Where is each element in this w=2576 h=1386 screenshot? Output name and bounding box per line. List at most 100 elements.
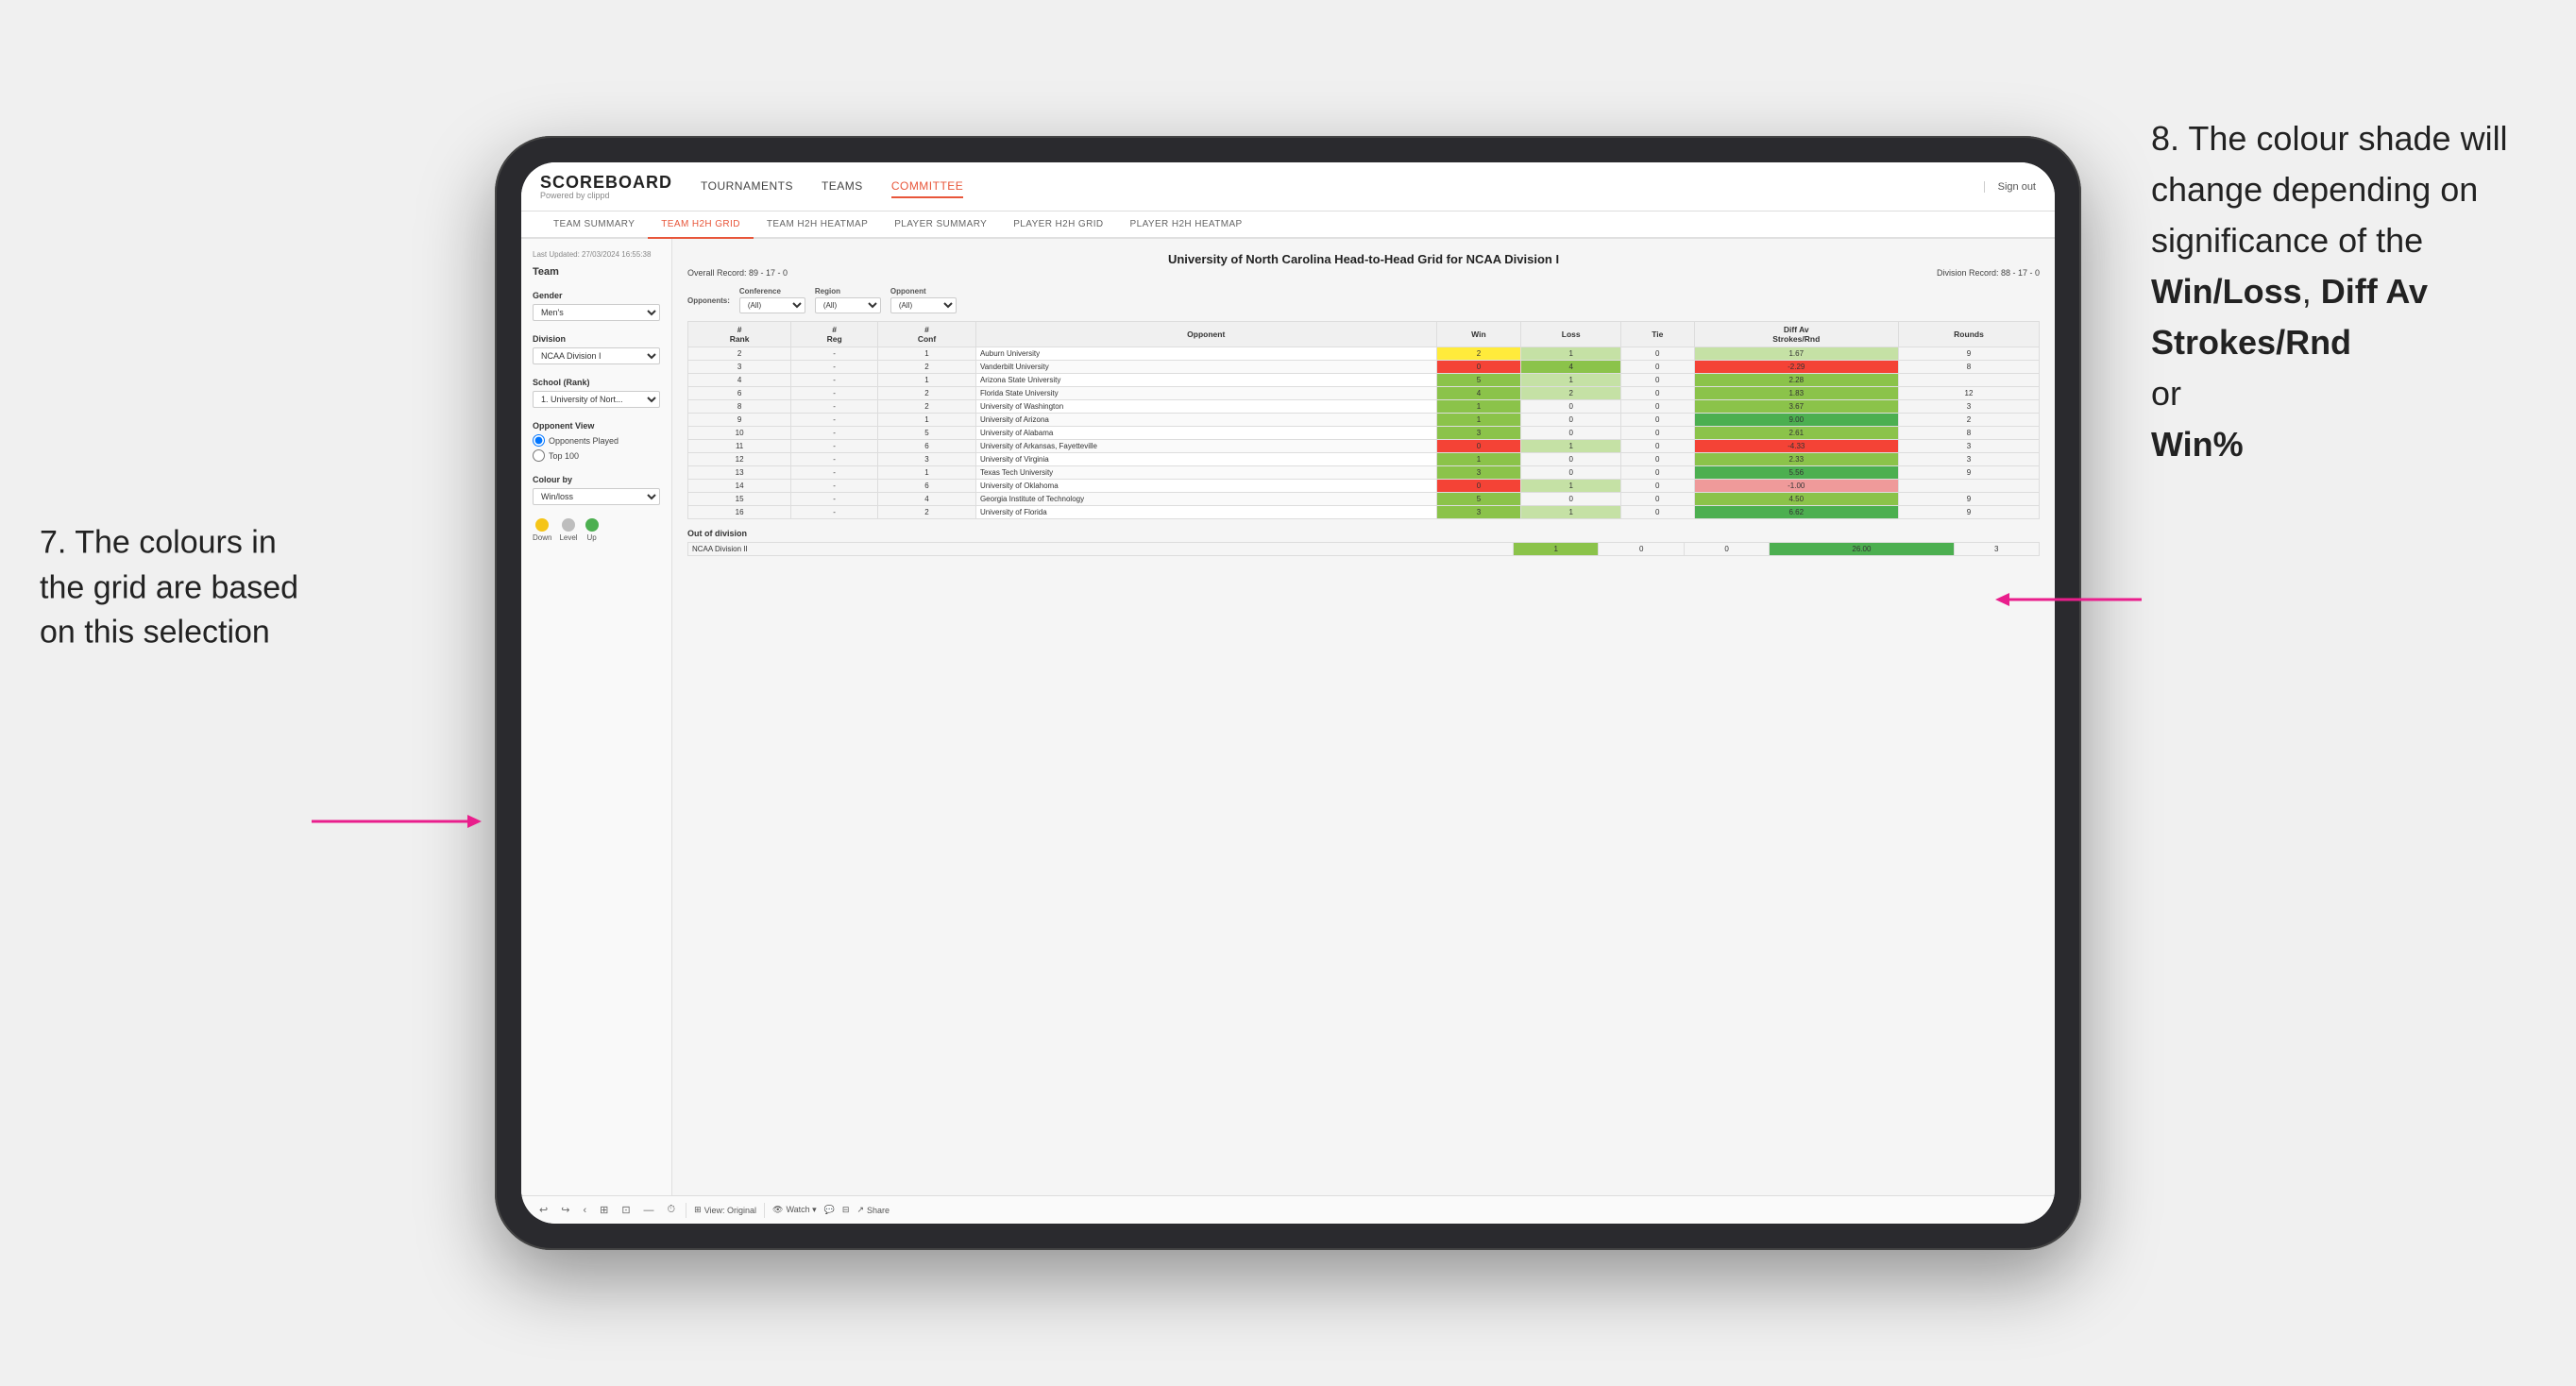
table-row: 11 - 6 University of Arkansas, Fayettevi…	[688, 440, 2040, 453]
out-of-division-section: Out of division NCAA Division II 1 0 0 2…	[687, 529, 2040, 556]
nav-tournaments[interactable]: TOURNAMENTS	[701, 176, 793, 198]
cell-diff: 3.67	[1694, 400, 1899, 414]
cell-rank: 4	[688, 374, 791, 387]
cell-loss: 0	[1521, 427, 1621, 440]
opponent-view-label: Opponent View	[533, 421, 660, 431]
cell-diff: 1.83	[1694, 387, 1899, 400]
toolbar-redo[interactable]: ↪	[558, 1202, 572, 1218]
cell-rank: 6	[688, 387, 791, 400]
logo-sub: Powered by clippd	[540, 191, 672, 200]
ood-rounds: 3	[1954, 543, 2040, 556]
watch-label: Watch ▾	[786, 1205, 816, 1215]
cell-conf: 2	[878, 400, 976, 414]
cell-opponent: Florida State University	[975, 387, 1436, 400]
cell-opponent: Texas Tech University	[975, 466, 1436, 480]
cell-rank: 11	[688, 440, 791, 453]
cell-win: 0	[1436, 440, 1521, 453]
table-row: 4 - 1 Arizona State University 5 1 0 2.2…	[688, 374, 2040, 387]
cell-conf: 4	[878, 493, 976, 506]
ood-win: 1	[1514, 543, 1599, 556]
gender-select[interactable]: Men's	[533, 304, 660, 321]
radio-top100[interactable]: Top 100	[533, 449, 660, 462]
cell-tie: 0	[1621, 466, 1694, 480]
cell-win: 3	[1436, 506, 1521, 519]
out-of-division-row: NCAA Division II 1 0 0 26.00 3	[688, 543, 2040, 556]
logo-text: SCOREBOARD	[540, 173, 672, 193]
cell-rounds: 8	[1899, 427, 2040, 440]
sign-out-link[interactable]: Sign out	[1984, 181, 2036, 193]
sub-nav-player-h2h-grid[interactable]: PLAYER H2H GRID	[1000, 211, 1116, 237]
team-section-title: Team	[533, 266, 660, 278]
table-row: 12 - 3 University of Virginia 1 0 0 2.33…	[688, 453, 2040, 466]
toolbar-view[interactable]: ⊞ View: Original	[694, 1205, 756, 1215]
grid-panel: University of North Carolina Head-to-Hea…	[672, 239, 2055, 1195]
cell-loss: 1	[1521, 506, 1621, 519]
table-row: 13 - 1 Texas Tech University 3 0 0 5.56 …	[688, 466, 2040, 480]
conference-label: Conference	[739, 287, 805, 296]
cell-loss: 0	[1521, 493, 1621, 506]
cell-opponent: University of Washington	[975, 400, 1436, 414]
sub-nav-player-summary[interactable]: PLAYER SUMMARY	[881, 211, 1000, 237]
view-label: View: Original	[704, 1206, 756, 1215]
radio-opponents-played[interactable]: Opponents Played	[533, 434, 660, 447]
toolbar-undo[interactable]: ↩	[536, 1202, 551, 1218]
cell-reg: -	[791, 480, 878, 493]
col-tie: Tie	[1621, 322, 1694, 347]
cell-rank: 10	[688, 427, 791, 440]
toolbar-feedback[interactable]: 💬	[824, 1205, 835, 1215]
toolbar-clock[interactable]: ⏱	[665, 1202, 679, 1218]
sub-nav-team-h2h-grid[interactable]: TEAM H2H GRID	[648, 211, 754, 239]
cell-loss: 0	[1521, 400, 1621, 414]
division-label: Division	[533, 334, 660, 344]
opponent-filter: Opponent (All)	[890, 287, 957, 313]
cell-diff: -1.00	[1694, 480, 1899, 493]
toolbar-layout[interactable]: ⊟	[842, 1205, 850, 1215]
division-section: Division NCAA Division I	[533, 334, 660, 364]
radio-group: Opponents Played Top 100	[533, 434, 660, 462]
opponent-select[interactable]: (All)	[890, 297, 957, 313]
cell-loss: 2	[1521, 387, 1621, 400]
colour-by-select[interactable]: Win/loss	[533, 488, 660, 505]
cell-rounds: 3	[1899, 440, 2040, 453]
cell-loss: 0	[1521, 466, 1621, 480]
toolbar-share[interactable]: ↗ Share	[856, 1205, 890, 1215]
division-select[interactable]: NCAA Division I	[533, 347, 660, 364]
cell-tie: 0	[1621, 347, 1694, 361]
cell-loss: 0	[1521, 414, 1621, 427]
annotation-right-text: The colour shade will change depending o…	[2151, 119, 2508, 260]
toolbar-grid[interactable]: ⊡	[619, 1202, 633, 1218]
cell-diff: 2.28	[1694, 374, 1899, 387]
cell-loss: 1	[1521, 440, 1621, 453]
nav-committee[interactable]: COMMITTEE	[891, 176, 964, 198]
annotation-bold3: Win%	[2151, 425, 2244, 464]
cell-tie: 0	[1621, 427, 1694, 440]
sub-nav-team-h2h-heatmap[interactable]: TEAM H2H HEATMAP	[754, 211, 881, 237]
cell-conf: 5	[878, 427, 976, 440]
cell-rank: 13	[688, 466, 791, 480]
toolbar-back[interactable]: ‹	[580, 1203, 589, 1218]
legend-down-label: Down	[533, 533, 551, 542]
cell-diff: 4.50	[1694, 493, 1899, 506]
cell-opponent: University of Florida	[975, 506, 1436, 519]
col-opponent: Opponent	[975, 322, 1436, 347]
col-rounds: Rounds	[1899, 322, 2040, 347]
ood-loss: 0	[1599, 543, 1684, 556]
conference-select[interactable]: (All)	[739, 297, 805, 313]
cell-rounds: 9	[1899, 466, 2040, 480]
toolbar-dash[interactable]: —	[641, 1203, 657, 1218]
cell-win: 1	[1436, 414, 1521, 427]
cell-reg: -	[791, 374, 878, 387]
cell-opponent: University of Arizona	[975, 414, 1436, 427]
cell-conf: 2	[878, 387, 976, 400]
toolbar-watch[interactable]: 👁 Watch ▾	[772, 1205, 817, 1215]
radio-label-opponents: Opponents Played	[549, 436, 619, 446]
sub-nav-player-h2h-heatmap[interactable]: PLAYER H2H HEATMAP	[1117, 211, 1256, 237]
sub-nav-team-summary[interactable]: TEAM SUMMARY	[540, 211, 648, 237]
toolbar-copy[interactable]: ⊞	[597, 1202, 611, 1218]
school-select[interactable]: 1. University of Nort...	[533, 391, 660, 408]
nav-teams[interactable]: TEAMS	[822, 176, 863, 198]
cell-reg: -	[791, 440, 878, 453]
region-select[interactable]: (All)	[815, 297, 881, 313]
cell-diff: 1.67	[1694, 347, 1899, 361]
out-of-division-table: NCAA Division II 1 0 0 26.00 3	[687, 542, 2040, 556]
